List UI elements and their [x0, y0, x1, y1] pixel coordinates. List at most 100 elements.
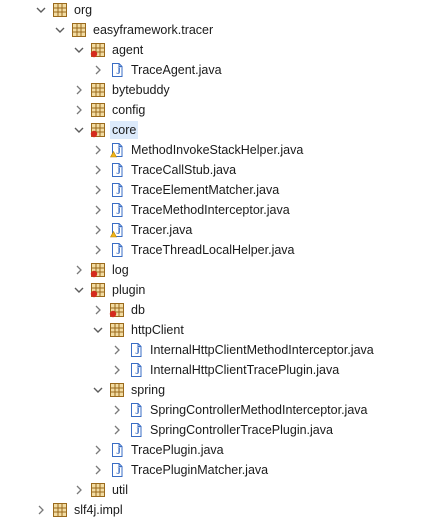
tree-node-easyframework-tracer[interactable]: easyframework.tracer	[0, 20, 422, 40]
tree-node-label: db	[131, 303, 145, 317]
package-icon	[71, 22, 87, 38]
tree-node-tracemethodinterceptor-java[interactable]: J TraceMethodInterceptor.java	[0, 200, 422, 220]
java-file-icon: J	[128, 402, 144, 418]
tree-node-label: log	[112, 263, 129, 277]
java-file-icon: J	[128, 362, 144, 378]
tree-node-label: TraceThreadLocalHelper.java	[131, 243, 295, 257]
package-icon	[109, 322, 125, 338]
tree-node-traceelementmatcher-java[interactable]: J TraceElementMatcher.java	[0, 180, 422, 200]
package-error-icon	[90, 262, 106, 278]
tree-node-methodinvokestackhelper-java[interactable]: J MethodInvokeStackHelper.java	[0, 140, 422, 160]
chevron-down-icon[interactable]	[91, 322, 105, 338]
package-explorer-tree: org easyframework.tracer agent J TraceAgent.…	[0, 0, 422, 519]
tree-node-tracepluginmatcher-java[interactable]: J TracePluginMatcher.java	[0, 460, 422, 480]
java-file-icon: J	[109, 442, 125, 458]
chevron-right-icon[interactable]	[91, 202, 105, 218]
tree-node-label: InternalHttpClientTracePlugin.java	[150, 363, 340, 377]
chevron-right-icon[interactable]	[72, 102, 86, 118]
tree-node-log[interactable]: log	[0, 260, 422, 280]
svg-text:J: J	[116, 186, 121, 196]
java-file-icon: J	[109, 62, 125, 78]
chevron-right-icon[interactable]	[72, 262, 86, 278]
tree-node-label: bytebuddy	[112, 83, 170, 97]
tree-node-label: InternalHttpClientMethodInterceptor.java	[150, 343, 374, 357]
chevron-right-icon[interactable]	[72, 82, 86, 98]
tree-node-label: MethodInvokeStackHelper.java	[131, 143, 304, 157]
tree-node-util[interactable]: util	[0, 480, 422, 500]
tree-node-internalhttpclientmethodinterceptor-java[interactable]: J InternalHttpClientMethodInterceptor.jav…	[0, 340, 422, 360]
chevron-down-icon[interactable]	[53, 22, 67, 38]
package-icon	[52, 502, 68, 518]
tree-node-plugin[interactable]: plugin	[0, 280, 422, 300]
svg-text:J: J	[116, 466, 121, 476]
java-file-icon: J	[109, 462, 125, 478]
tree-node-slf4j-impl[interactable]: slf4j.impl	[0, 500, 422, 520]
tree-node-springcontrollertraceplugin-java[interactable]: J SpringControllerTracePlugin.java	[0, 420, 422, 440]
java-file-warning-icon: J	[109, 142, 125, 158]
chevron-right-icon[interactable]	[110, 362, 124, 378]
java-file-icon: J	[109, 202, 125, 218]
tree-node-label: agent	[112, 43, 144, 57]
tree-node-springcontrollermethodinterceptor-java[interactable]: J SpringControllerMethodInterceptor.java	[0, 400, 422, 420]
chevron-right-icon[interactable]	[110, 402, 124, 418]
chevron-down-icon[interactable]	[34, 2, 48, 18]
tree-node-label: TraceCallStub.java	[131, 163, 237, 177]
package-icon	[52, 2, 68, 18]
tree-node-spring[interactable]: spring	[0, 380, 422, 400]
chevron-right-icon[interactable]	[91, 442, 105, 458]
package-error-icon	[90, 42, 106, 58]
package-error-icon	[90, 122, 106, 138]
svg-text:J: J	[116, 206, 121, 216]
java-file-icon: J	[109, 162, 125, 178]
tree-node-config[interactable]: config	[0, 100, 422, 120]
java-file-icon: J	[109, 182, 125, 198]
chevron-right-icon[interactable]	[91, 242, 105, 258]
tree-node-label: easyframework.tracer	[93, 23, 214, 37]
tree-node-core[interactable]: core	[0, 120, 422, 140]
chevron-right-icon[interactable]	[91, 62, 105, 78]
tree-node-label: config	[112, 103, 146, 117]
tree-node-label: spring	[131, 383, 166, 397]
chevron-down-icon[interactable]	[72, 42, 86, 58]
svg-text:J: J	[135, 346, 140, 356]
chevron-right-icon[interactable]	[72, 482, 86, 498]
tree-node-label: util	[112, 483, 128, 497]
tree-node-org[interactable]: org	[0, 0, 422, 20]
tree-node-tracer-java[interactable]: J Tracer.java	[0, 220, 422, 240]
tree-node-traceplugin-java[interactable]: J TracePlugin.java	[0, 440, 422, 460]
chevron-down-icon[interactable]	[91, 382, 105, 398]
tree-node-httpclient[interactable]: httpClient	[0, 320, 422, 340]
tree-node-db[interactable]: db	[0, 300, 422, 320]
chevron-right-icon[interactable]	[91, 462, 105, 478]
package-icon	[90, 82, 106, 98]
tree-node-agent[interactable]: agent	[0, 40, 422, 60]
tree-node-label: Tracer.java	[131, 223, 193, 237]
tree-node-traceagent-java[interactable]: J TraceAgent.java	[0, 60, 422, 80]
svg-text:J: J	[135, 406, 140, 416]
chevron-right-icon[interactable]	[91, 162, 105, 178]
chevron-right-icon[interactable]	[91, 302, 105, 318]
chevron-down-icon[interactable]	[72, 282, 86, 298]
svg-text:J: J	[135, 366, 140, 376]
tree-node-label: TracePlugin.java	[131, 443, 224, 457]
svg-text:J: J	[116, 246, 121, 256]
tree-node-tracethreadlocalhelper-java[interactable]: J TraceThreadLocalHelper.java	[0, 240, 422, 260]
tree-node-label: SpringControllerMethodInterceptor.java	[150, 403, 368, 417]
package-error-icon	[90, 282, 106, 298]
tree-node-internalhttpclienttraceplugin-java[interactable]: J InternalHttpClientTracePlugin.java	[0, 360, 422, 380]
chevron-down-icon[interactable]	[72, 122, 86, 138]
tree-node-label: TraceMethodInterceptor.java	[131, 203, 290, 217]
svg-text:J: J	[116, 66, 121, 76]
svg-text:J: J	[135, 426, 140, 436]
svg-text:J: J	[116, 226, 121, 236]
chevron-right-icon[interactable]	[34, 502, 48, 518]
tree-node-label: TracePluginMatcher.java	[131, 463, 269, 477]
tree-node-bytebuddy[interactable]: bytebuddy	[0, 80, 422, 100]
chevron-right-icon[interactable]	[110, 422, 124, 438]
chevron-right-icon[interactable]	[91, 142, 105, 158]
chevron-right-icon[interactable]	[91, 182, 105, 198]
chevron-right-icon[interactable]	[91, 222, 105, 238]
tree-node-tracecallstub-java[interactable]: J TraceCallStub.java	[0, 160, 422, 180]
chevron-right-icon[interactable]	[110, 342, 124, 358]
package-icon	[90, 482, 106, 498]
